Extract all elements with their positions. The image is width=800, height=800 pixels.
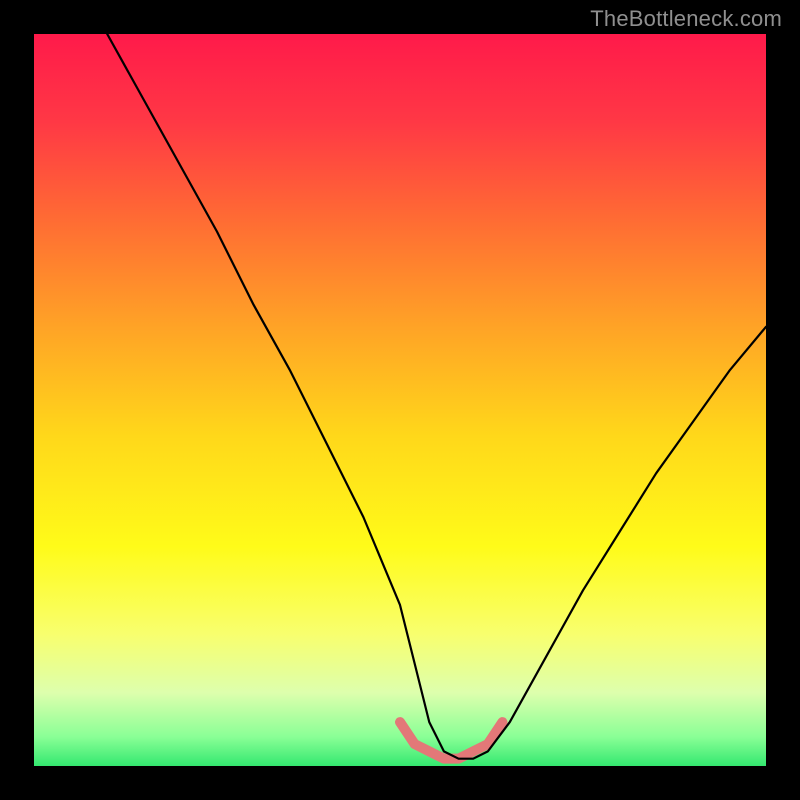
plot-area — [34, 34, 766, 766]
chart-frame: TheBottleneck.com — [0, 0, 800, 800]
plot-svg — [34, 34, 766, 766]
watermark-text: TheBottleneck.com — [590, 6, 782, 32]
gradient-background — [34, 34, 766, 766]
